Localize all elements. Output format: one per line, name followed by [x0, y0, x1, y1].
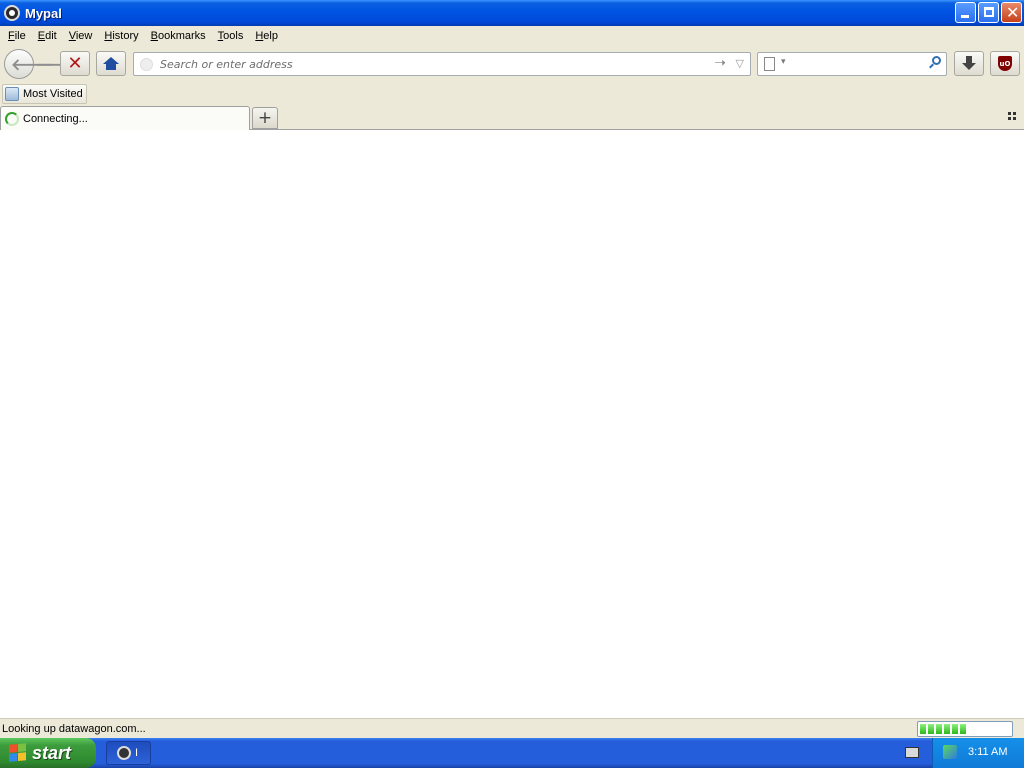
- status-bar: Looking up datawagon.com...: [0, 718, 1024, 738]
- keyboard-icon[interactable]: [905, 747, 919, 758]
- navigation-toolbar: 🡐 🡒 ✕ ➝ ▽ ▾ uO: [0, 46, 1024, 82]
- menu-help[interactable]: Help: [249, 30, 284, 42]
- stop-button[interactable]: ✕: [60, 51, 90, 76]
- minimize-icon: [961, 15, 969, 18]
- back-button[interactable]: 🡐: [4, 49, 54, 79]
- home-button[interactable]: [96, 51, 126, 76]
- progress-fill: [920, 724, 1010, 734]
- restore-button[interactable]: [978, 2, 999, 23]
- mypal-task-icon: [117, 746, 131, 760]
- window-title: Mypal: [25, 5, 62, 21]
- ublock-shield-icon: uO: [998, 56, 1012, 71]
- windows-logo-icon: [9, 743, 27, 763]
- window-controls: ✕: [955, 2, 1022, 23]
- progress-segment: [936, 724, 942, 734]
- downloads-button[interactable]: [954, 51, 984, 76]
- menu-bar: File Edit View History Bookmarks Tools H…: [0, 26, 1024, 46]
- bookmarks-toolbar: Most Visited: [0, 83, 1024, 105]
- title-bar[interactable]: Mypal ✕: [0, 0, 1024, 26]
- search-icon[interactable]: [929, 56, 941, 69]
- clock[interactable]: 3:11 AM: [968, 746, 1008, 758]
- taskbar-mypal-button[interactable]: I: [106, 741, 151, 765]
- menu-tools[interactable]: Tools: [212, 30, 250, 42]
- tab-connecting[interactable]: Connecting...: [0, 106, 250, 130]
- url-input[interactable]: [160, 55, 700, 73]
- menu-history[interactable]: History: [98, 30, 144, 42]
- network-icon[interactable]: [943, 745, 957, 759]
- restore-icon: [984, 7, 994, 17]
- start-label: start: [32, 742, 72, 763]
- loading-spinner-icon: [5, 111, 19, 126]
- bookmark-most-visited[interactable]: Most Visited: [2, 84, 87, 104]
- list-all-tabs-button[interactable]: [1008, 112, 1018, 122]
- start-button[interactable]: start: [0, 738, 96, 768]
- search-input[interactable]: [792, 55, 922, 73]
- site-identity-icon[interactable]: [140, 58, 153, 71]
- menu-bookmarks[interactable]: Bookmarks: [145, 30, 212, 42]
- progress-segment: [952, 724, 958, 734]
- url-history-dropdown-icon[interactable]: ▽: [736, 57, 744, 70]
- tab-strip: Connecting... +: [0, 106, 1024, 130]
- page-content[interactable]: [0, 130, 1024, 718]
- plus-icon: +: [257, 108, 273, 128]
- home-icon: [103, 57, 119, 70]
- ublock-button[interactable]: uO: [990, 51, 1020, 76]
- search-bar: ▾: [757, 52, 947, 76]
- stop-icon: ✕: [67, 53, 83, 74]
- go-arrow-icon[interactable]: ➝: [714, 55, 726, 71]
- status-text: Looking up datawagon.com...: [2, 723, 146, 735]
- progress-segment: [960, 724, 966, 734]
- forward-button[interactable]: 🡒: [34, 54, 79, 74]
- close-icon: ✕: [1006, 3, 1020, 22]
- minimize-button[interactable]: [955, 2, 976, 23]
- menu-view[interactable]: View: [63, 30, 99, 42]
- progress-segment: [944, 724, 950, 734]
- mypal-app-icon[interactable]: [4, 5, 20, 21]
- new-tab-button[interactable]: +: [252, 107, 278, 129]
- menu-file[interactable]: File: [2, 30, 32, 42]
- taskbar: start I 3:11 AM: [0, 738, 1024, 768]
- tab-label: Connecting...: [23, 112, 88, 125]
- search-engine-dropdown-icon[interactable]: ▾: [781, 57, 786, 67]
- search-engine-icon[interactable]: [764, 57, 775, 71]
- close-button[interactable]: ✕: [1001, 2, 1022, 23]
- loading-progress-bar: [917, 721, 1013, 737]
- address-bar: ➝ ▽: [133, 52, 751, 76]
- menu-edit[interactable]: Edit: [32, 30, 63, 42]
- progress-segment: [920, 724, 926, 734]
- progress-segment: [928, 724, 934, 734]
- task-label: I: [135, 747, 139, 759]
- system-tray: 3:11 AM: [932, 738, 1024, 768]
- bookmark-folder-icon: [5, 87, 19, 101]
- bookmark-label: Most Visited: [23, 88, 83, 100]
